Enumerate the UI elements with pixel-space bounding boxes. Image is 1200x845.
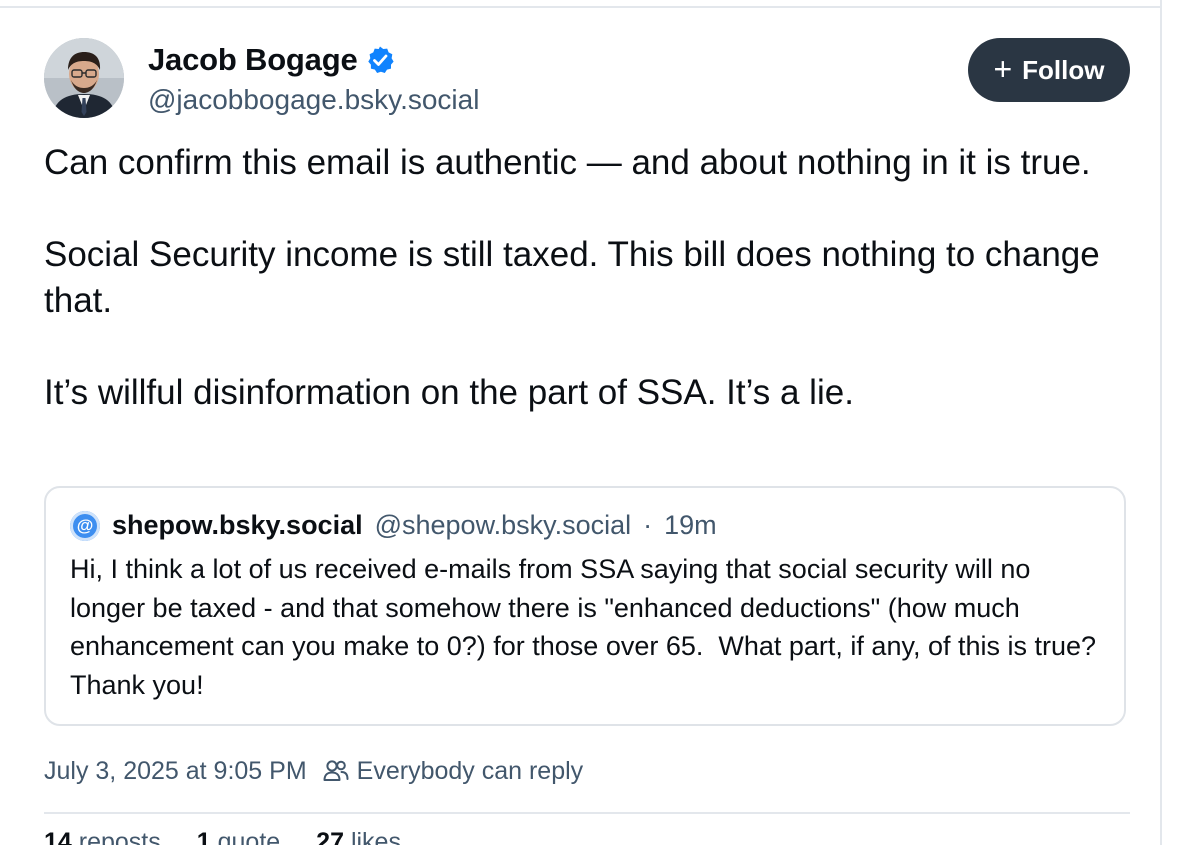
post-timestamp: July 3, 2025 at 9:05 PM (44, 756, 307, 785)
author-name-row: Jacob Bogage (148, 40, 395, 80)
follow-button-label: Follow (1022, 54, 1105, 85)
quotes-label: quote (217, 828, 281, 845)
at-sign-avatar-icon[interactable]: @ (70, 510, 100, 541)
post-stats-row: 14 reposts 1 quote 27 likes (44, 828, 401, 845)
people-icon (321, 756, 351, 786)
quotes-count: 1 (196, 828, 211, 845)
quoted-post-time: 19m (664, 510, 717, 540)
reposts-stat[interactable]: 14 reposts (44, 828, 161, 845)
author-handle[interactable]: @jacobbogage.bsky.social (148, 84, 479, 116)
verified-check-icon[interactable] (365, 45, 395, 75)
likes-label: likes (350, 828, 401, 845)
quoted-author-name[interactable]: shepow.bsky.social (112, 510, 363, 541)
likes-count: 27 (316, 828, 344, 845)
reply-setting[interactable]: Everybody can reply (321, 756, 584, 786)
post-paragraph: Social Security income is still taxed. T… (44, 235, 1100, 320)
post-paragraph: Can confirm this email is authentic — an… (44, 143, 1091, 182)
post-text: Can confirm this email is authentic — an… (44, 140, 1124, 462)
follow-button[interactable]: + Follow (968, 38, 1130, 102)
post-meta-row: July 3, 2025 at 9:05 PM Everybody can re… (44, 756, 583, 786)
quotes-stat[interactable]: 1 quote (197, 828, 280, 845)
post-header: Jacob Bogage @jacobbogage.bsky.social + … (44, 38, 1134, 122)
reposts-label: reposts (78, 828, 161, 845)
post-paragraph: It’s willful disinformation on the part … (44, 373, 854, 412)
top-divider (0, 6, 1162, 8)
reply-setting-label: Everybody can reply (356, 756, 584, 785)
likes-stat[interactable]: 27 likes (316, 828, 401, 845)
post-thread-page: Jacob Bogage @jacobbogage.bsky.social + … (0, 0, 1200, 845)
quoted-post-card[interactable]: @ shepow.bsky.social @shepow.bsky.social… (44, 486, 1126, 726)
author-avatar[interactable] (44, 38, 124, 118)
quoted-separator: · (643, 510, 653, 540)
author-display-name[interactable]: Jacob Bogage (148, 42, 358, 78)
quoted-author-handle: @shepow.bsky.social (374, 510, 632, 540)
right-border (1160, 0, 1162, 845)
quoted-post-text: Hi, I think a lot of us received e-mails… (70, 554, 1111, 700)
reposts-count: 14 (44, 828, 72, 845)
plus-icon: + (993, 50, 1013, 87)
stats-divider (44, 812, 1130, 814)
quoted-post-header: @ shepow.bsky.social @shepow.bsky.social… (70, 510, 717, 541)
